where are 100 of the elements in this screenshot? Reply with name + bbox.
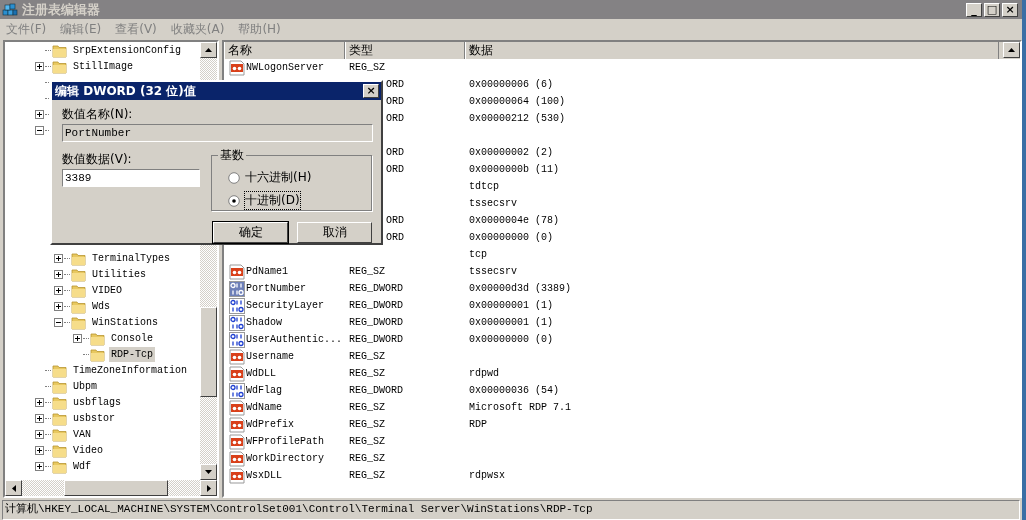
value-name[interactable]: SecurityLayer <box>246 300 324 311</box>
value-name[interactable]: UserAuthentic... <box>246 334 342 345</box>
value-name[interactable]: WdPrefix <box>246 419 294 430</box>
value-type: REG_SZ <box>349 436 385 447</box>
close-button[interactable]: × <box>363 84 379 98</box>
value-data: Microsoft RDP 7.1 <box>469 402 572 413</box>
value-name[interactable]: NWLogonServer <box>246 62 324 73</box>
value-data: tdtcp <box>469 181 499 192</box>
scroll-left-button[interactable] <box>5 480 22 496</box>
value-type: ORD <box>386 215 404 226</box>
expand-toggle[interactable] <box>73 333 82 343</box>
expand-toggle[interactable] <box>35 397 44 407</box>
folder-icon <box>71 266 86 282</box>
value-name[interactable]: WFProfilePath <box>246 436 324 447</box>
column-header[interactable]: 数据 <box>465 42 999 59</box>
value-name[interactable]: WsxDLL <box>246 470 282 481</box>
folder-icon <box>71 298 86 314</box>
value-type: ORD <box>386 147 404 158</box>
value-type: REG_SZ <box>349 368 385 379</box>
field-label: 数值名称(N): <box>62 106 134 122</box>
tree-item[interactable]: usbflags <box>71 394 123 410</box>
tree-item[interactable]: RDP-Tcp <box>109 346 155 362</box>
column-header[interactable]: 名称 <box>224 42 345 59</box>
value-name[interactable]: WdFlag <box>246 385 282 396</box>
radio-option[interactable]: 十六进制(H) <box>228 168 371 187</box>
folder-icon <box>52 426 67 442</box>
expand-toggle[interactable] <box>35 429 44 439</box>
scroll-up-button[interactable] <box>200 42 217 58</box>
maximize-button[interactable]: □ <box>984 2 1000 17</box>
close-button[interactable]: × <box>1002 2 1018 17</box>
value-type: ORD <box>386 164 404 175</box>
value-name[interactable]: WorkDirectory <box>246 453 324 464</box>
value-data: rdpwsx <box>469 470 505 481</box>
string-value-icon <box>229 263 245 280</box>
radio-icon[interactable] <box>228 171 240 184</box>
tree-item[interactable]: Wds <box>90 298 112 314</box>
value-name[interactable]: WdName <box>246 402 282 413</box>
group-label: 基数 <box>218 147 246 164</box>
tree-item[interactable]: WinStations <box>90 314 160 330</box>
value-data: 0x0000004e (78) <box>469 215 559 226</box>
value-data: 0x00000006 (6) <box>469 79 553 90</box>
registry-cubes-icon <box>2 1 18 18</box>
folder-icon <box>52 378 67 394</box>
string-value-icon <box>229 416 245 433</box>
dialog-title: 编辑 DWORD (32 位)值 <box>55 82 196 100</box>
string-value-icon <box>229 365 245 382</box>
value-data: 0x00000d3d (3389) <box>469 283 572 294</box>
scroll-thumb[interactable] <box>64 480 168 496</box>
value-name[interactable]: PdName1 <box>246 266 288 277</box>
expand-toggle[interactable] <box>54 269 63 279</box>
folder-icon <box>71 314 86 330</box>
tree-item[interactable]: Wdf <box>71 458 93 474</box>
minimize-button[interactable]: _ <box>966 2 982 17</box>
expand-toggle[interactable] <box>54 285 63 295</box>
expand-toggle[interactable] <box>35 61 44 71</box>
expand-toggle[interactable] <box>54 253 63 263</box>
value-type: REG_SZ <box>349 470 385 481</box>
expand-toggle[interactable] <box>35 109 44 119</box>
scroll-right-button[interactable] <box>200 480 217 496</box>
tree-item[interactable]: TerminalTypes <box>90 250 172 266</box>
radio-icon[interactable] <box>228 194 240 207</box>
expand-toggle[interactable] <box>54 301 63 311</box>
value-data: 0x0000000b (11) <box>469 164 559 175</box>
tree-item[interactable]: VIDEO <box>90 282 124 298</box>
value-name[interactable]: Shadow <box>246 317 282 328</box>
tree-item[interactable]: TimeZoneInformation <box>71 362 190 378</box>
string-value-icon <box>229 348 245 365</box>
value-type: REG_DWORD <box>349 317 403 328</box>
value-name[interactable]: Username <box>246 351 294 362</box>
value-type: REG_SZ <box>349 266 385 277</box>
scroll-thumb[interactable] <box>200 307 217 397</box>
right-arrow-icon <box>206 484 211 492</box>
left-arrow-icon <box>11 484 16 492</box>
value-data-field[interactable]: 3389 <box>62 169 200 187</box>
collapse-toggle[interactable] <box>54 317 63 327</box>
collapse-toggle[interactable] <box>35 125 44 135</box>
value-name[interactable]: PortNumber <box>246 283 306 294</box>
tree-item[interactable]: usbstor <box>71 410 117 426</box>
expand-toggle[interactable] <box>35 413 44 423</box>
tree-item[interactable]: Ubpm <box>71 378 99 394</box>
scroll-down-button[interactable] <box>200 464 217 480</box>
column-header[interactable]: 类型 <box>345 42 465 59</box>
folder-icon <box>52 362 67 378</box>
expand-toggle[interactable] <box>35 461 44 471</box>
tree-item[interactable]: Utilities <box>90 266 148 282</box>
tree-item[interactable]: VAN <box>71 426 93 442</box>
value-type: ORD <box>386 232 404 243</box>
tree-item[interactable]: SrpExtensionConfig <box>71 42 184 58</box>
value-type: REG_SZ <box>349 351 385 362</box>
value-name[interactable]: WdDLL <box>246 368 276 379</box>
scroll-up-button[interactable] <box>1003 42 1020 58</box>
ok-button[interactable]: 确定 <box>213 222 288 243</box>
folder-icon <box>71 250 86 266</box>
value-name-field[interactable]: PortNumber <box>62 124 373 142</box>
cancel-button[interactable]: 取消 <box>297 222 372 243</box>
tree-item[interactable]: Console <box>109 330 155 346</box>
expand-toggle[interactable] <box>35 445 44 455</box>
radio-option[interactable]: 十进制(D) <box>228 191 371 210</box>
tree-item[interactable]: Video <box>71 442 105 458</box>
tree-item[interactable]: StillImage <box>71 58 135 74</box>
